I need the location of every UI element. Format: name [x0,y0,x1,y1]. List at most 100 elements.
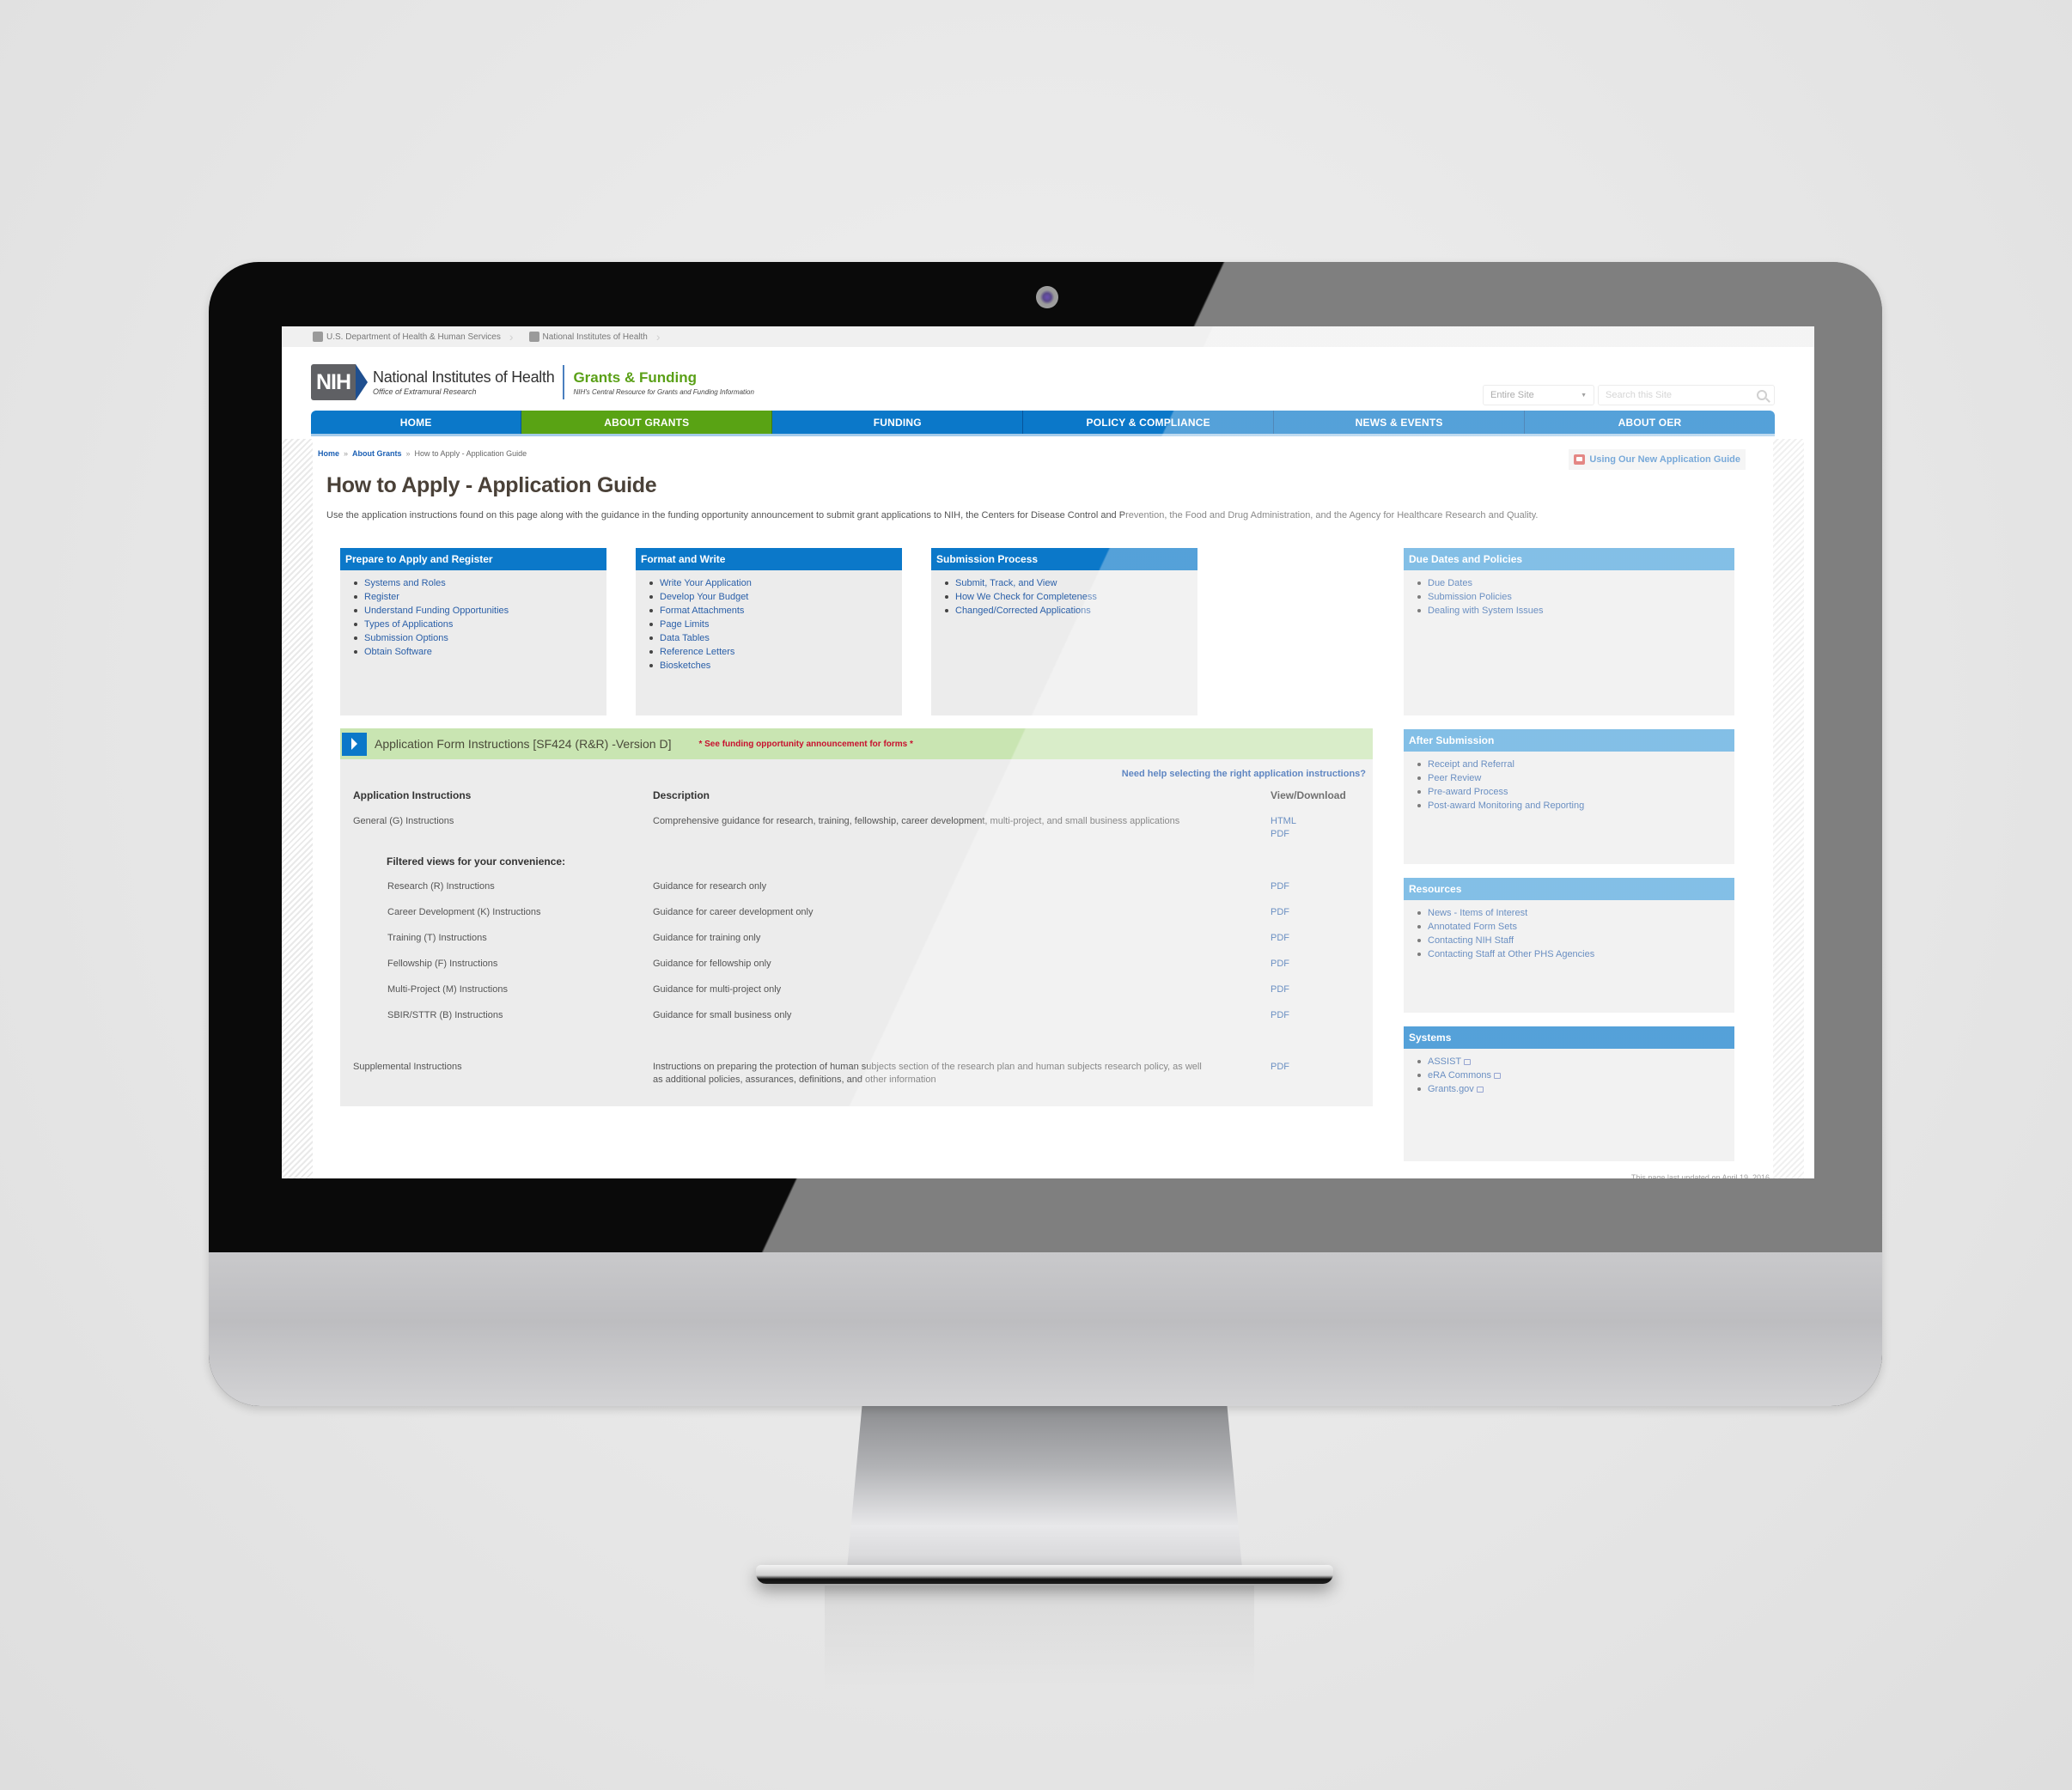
list-item[interactable]: How We Check for Completeness [945,590,1197,604]
list-item[interactable]: Contacting Staff at Other PHS Agencies [1417,947,1734,961]
nav-funding[interactable]: FUNDING [772,411,1024,434]
nav-policy-compliance[interactable]: POLICY & COMPLIANCE [1023,411,1275,434]
box-list: Submit, Track, and View How We Check for… [931,570,1197,618]
list-link[interactable]: Changed/Corrected Applications [955,604,1091,618]
application-guide-video-button[interactable]: Using Our New Application Guide [1569,449,1746,470]
list-link[interactable]: Page Limits [660,618,709,631]
nav-about-grants[interactable]: ABOUT GRANTS [521,411,773,434]
list-item[interactable]: ASSIST [1417,1055,1734,1069]
search-icon[interactable] [1757,390,1767,400]
list-link[interactable]: Pre-award Process [1428,785,1508,799]
list-item[interactable]: Due Dates [1417,576,1734,590]
list-link[interactable]: eRA Commons [1428,1069,1491,1082]
bullet-icon [649,623,653,626]
nav-home[interactable]: HOME [311,411,522,434]
list-link[interactable]: ASSIST [1428,1055,1461,1069]
filtered-pdf-link[interactable]: PDF [1271,959,1289,969]
help-selecting-instructions-link[interactable]: Need help selecting the right applicatio… [1122,769,1366,779]
list-item[interactable]: Page Limits [649,618,902,631]
expand-arrow-icon[interactable] [342,732,367,756]
breadcrumb-about-grants[interactable]: About Grants [352,449,402,458]
bullet-icon [1417,911,1421,915]
breadcrumb-home[interactable]: Home [318,449,339,458]
list-link[interactable]: Submission Policies [1428,590,1512,604]
list-item[interactable]: Obtain Software [354,645,606,659]
list-item[interactable]: Pre-award Process [1417,785,1734,799]
list-link[interactable]: Data Tables [660,631,710,645]
list-link[interactable]: Biosketches [660,659,710,673]
list-item[interactable]: Annotated Form Sets [1417,920,1734,934]
list-link[interactable]: Write Your Application [660,576,752,590]
list-item[interactable]: News - Items of Interest [1417,906,1734,920]
list-link[interactable]: Develop Your Budget [660,590,748,604]
application-form-header[interactable]: Application Form Instructions [SF424 (R&… [340,728,1373,759]
list-link[interactable]: Receipt and Referral [1428,758,1514,771]
list-link[interactable]: Reference Letters [660,645,734,659]
list-link[interactable]: Types of Applications [364,618,453,631]
list-item[interactable]: Changed/Corrected Applications [945,604,1197,618]
nih-name: National Institutes of Health [373,368,555,386]
list-item[interactable]: Systems and Roles [354,576,606,590]
list-item[interactable]: Post-award Monitoring and Reporting [1417,799,1734,813]
list-item[interactable]: Develop Your Budget [649,590,902,604]
list-link[interactable]: Post-award Monitoring and Reporting [1428,799,1584,813]
site-logo[interactable]: NIH National Institutes of Health Office… [311,364,754,400]
external-link-icon [1493,1072,1501,1079]
list-link[interactable]: Understand Funding Opportunities [364,604,509,618]
filtered-pdf-link[interactable]: PDF [1271,881,1289,892]
logo-divider [563,365,565,399]
list-link[interactable]: News - Items of Interest [1428,906,1527,920]
list-link[interactable]: Obtain Software [364,645,432,659]
monitor-chin [209,1252,1882,1406]
search-input[interactable]: Search this Site [1598,385,1775,405]
list-item[interactable]: Data Tables [649,631,902,645]
list-link[interactable]: Systems and Roles [364,576,446,590]
list-link[interactable]: Submit, Track, and View [955,576,1057,590]
list-link[interactable]: Format Attachments [660,604,744,618]
list-item[interactable]: Register [354,590,606,604]
list-item[interactable]: Understand Funding Opportunities [354,604,606,618]
list-link[interactable]: How We Check for Completeness [955,590,1097,604]
list-item[interactable]: Submission Options [354,631,606,645]
list-item[interactable]: Format Attachments [649,604,902,618]
list-item[interactable]: Reference Letters [649,645,902,659]
list-item[interactable]: Contacting NIH Staff [1417,934,1734,947]
filtered-description: Guidance for multi-project only [653,984,782,995]
list-link[interactable]: Grants.gov [1428,1082,1474,1096]
list-link[interactable]: Submission Options [364,631,448,645]
guide-button-label: Using Our New Application Guide [1589,454,1740,465]
nav-about-oer[interactable]: ABOUT OER [1525,411,1775,434]
list-item[interactable]: Grants.gov [1417,1082,1734,1096]
list-item[interactable]: eRA Commons [1417,1069,1734,1082]
list-link[interactable]: Annotated Form Sets [1428,920,1517,934]
general-html-link[interactable]: HTML [1271,816,1296,826]
list-item[interactable]: Submit, Track, and View [945,576,1197,590]
nih-link[interactable]: National Institutes of Health › [528,330,661,344]
filtered-pdf-link[interactable]: PDF [1271,1010,1289,1020]
list-item[interactable]: Receipt and Referral [1417,758,1734,771]
list-item[interactable]: Dealing with System Issues [1417,604,1734,618]
list-link[interactable]: Due Dates [1428,576,1472,590]
filtered-pdf-link[interactable]: PDF [1271,984,1289,995]
list-item[interactable]: Write Your Application [649,576,902,590]
list-item[interactable]: Submission Policies [1417,590,1734,604]
filtered-pdf-link[interactable]: PDF [1271,933,1289,943]
page-body: Home» About Grants» How to Apply - Applica… [282,439,1804,1178]
supplemental-pdf-link[interactable]: PDF [1271,1062,1289,1072]
list-link[interactable]: Dealing with System Issues [1428,604,1544,618]
list-item[interactable]: Types of Applications [354,618,606,631]
filtered-pdf-link[interactable]: PDF [1271,907,1289,917]
list-link[interactable]: Register [364,590,399,604]
list-link[interactable]: Contacting Staff at Other PHS Agencies [1428,947,1594,961]
nav-news-events[interactable]: NEWS & EVENTS [1274,411,1526,434]
list-link[interactable]: Contacting NIH Staff [1428,934,1514,947]
bullet-icon [1417,776,1421,780]
list-link[interactable]: Peer Review [1428,771,1481,785]
nih-flag-icon [528,332,539,342]
list-item[interactable]: Biosketches [649,659,902,673]
box-title: Submission Process [931,548,1197,570]
hhs-link[interactable]: U.S. Department of Health & Human Servic… [313,330,514,344]
list-item[interactable]: Peer Review [1417,771,1734,785]
search-scope-select[interactable]: Entire Site ▼ [1483,385,1594,405]
general-pdf-link[interactable]: PDF [1271,829,1289,839]
